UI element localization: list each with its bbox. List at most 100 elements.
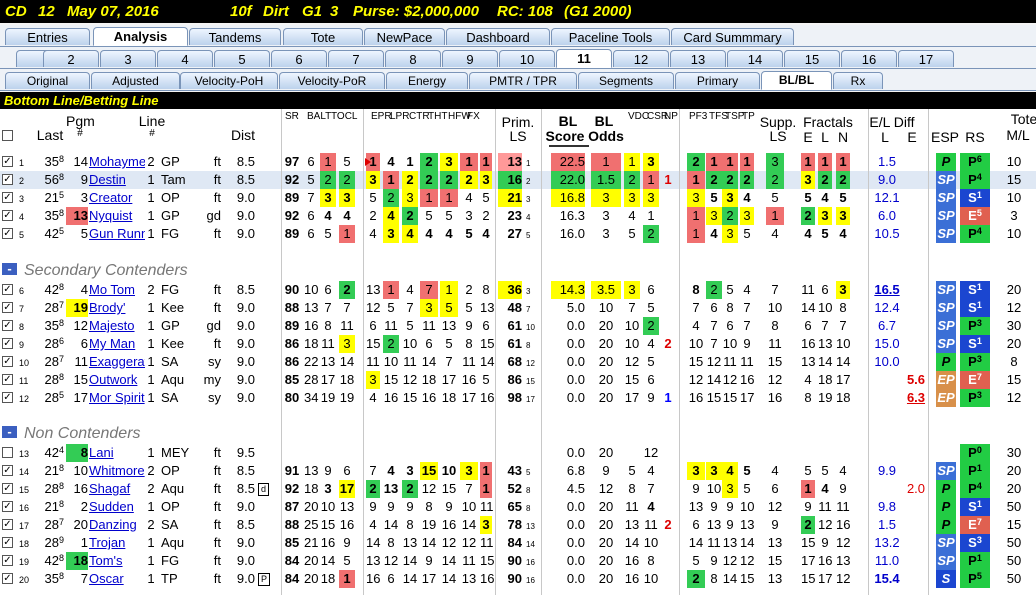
table-row[interactable]: 1942818Tom's1FGft9.084201451312149141115…	[0, 552, 1036, 570]
row-checkbox[interactable]	[2, 483, 13, 494]
row-checkbox[interactable]	[2, 392, 13, 403]
horse-name-link[interactable]: Nyquist	[89, 207, 145, 225]
horse-name-link[interactable]: Mohaymen	[89, 153, 145, 171]
table-row[interactable]: 32153Creator1OPft9.089733523114521316.83…	[0, 189, 1036, 207]
race-tab-17[interactable]: 17	[898, 50, 954, 67]
horse-name-link[interactable]: Mor Spirit	[89, 389, 145, 407]
horse-name-link[interactable]: Danzing	[89, 516, 145, 534]
subtab-original[interactable]: Original	[5, 72, 90, 89]
table-row[interactable]: 1421810Whitmore2OPft8.591139674315103143…	[0, 462, 1036, 480]
tab-tote[interactable]: Tote	[283, 28, 363, 45]
table-row[interactable]: 728719Brody'1Keeft9.08813771257355134875…	[0, 299, 1036, 317]
tab-newpace[interactable]: NewPace	[364, 28, 445, 45]
horse-name-link[interactable]: Outwork	[89, 371, 145, 389]
select-all-checkbox[interactable]	[2, 130, 13, 141]
table-row[interactable]: 54255Gun Runner1FGft9.089651434445427516…	[0, 225, 1036, 243]
subtab-primary[interactable]: Primary	[675, 72, 760, 89]
horse-name-link[interactable]: Oscar	[89, 570, 145, 588]
subtab-bl-bl[interactable]: BL/BL	[761, 71, 832, 90]
horse-name-link[interactable]: Shagaf	[89, 480, 145, 498]
table-row[interactable]: 25689Destin1Tamft8.592522312222316222.01…	[0, 171, 1036, 189]
horse-name-link[interactable]: Mo Tom	[89, 281, 145, 299]
horse-name-link[interactable]: My Man	[89, 335, 145, 353]
row-checkbox[interactable]	[2, 210, 13, 221]
table-row[interactable]: 182891Trojan1Aquft9.08521169148131412121…	[0, 534, 1036, 552]
table-row[interactable]: 203587Oscar1TPft9.0842018116614171413169…	[0, 570, 1036, 588]
collapse-group-button[interactable]: -	[2, 425, 17, 438]
horse-name-link[interactable]: Majesto	[89, 317, 145, 335]
table-row[interactable]: 1028711Exaggerator1SAsy9.086221314111011…	[0, 353, 1036, 371]
row-checkbox[interactable]	[2, 447, 13, 458]
subtab-velocity-por[interactable]: Velocity-PoR	[279, 72, 385, 89]
horse-name-link[interactable]: Brody'	[89, 299, 145, 317]
tab-entries[interactable]: Entries	[5, 28, 90, 45]
cell-eL: 12.4	[870, 299, 904, 317]
row-checkbox[interactable]	[2, 465, 13, 476]
race-tab-4[interactable]: 4	[157, 50, 213, 67]
tab-dashboard[interactable]: Dashboard	[446, 28, 550, 45]
row-checkbox[interactable]	[2, 573, 13, 584]
subtab-velocity-poh[interactable]: Velocity-PoH	[180, 72, 278, 89]
row-checkbox[interactable]	[2, 156, 13, 167]
race-tab-5[interactable]: 5	[214, 50, 270, 67]
tab-paceline-tools[interactable]: Paceline Tools	[551, 28, 670, 45]
race-tab-14[interactable]: 14	[727, 50, 783, 67]
horse-name-link[interactable]: Creator	[89, 189, 145, 207]
subtab-rx[interactable]: Rx	[833, 72, 883, 89]
race-tab-6[interactable]: 6	[271, 50, 327, 67]
cell-prim-value: 27	[507, 226, 522, 241]
horse-name-link[interactable]: Gun Runner	[89, 225, 145, 243]
race-tab-11[interactable]: 11	[556, 49, 612, 68]
row-checkbox[interactable]	[2, 320, 13, 331]
race-tab-13[interactable]: 13	[670, 50, 726, 67]
table-row[interactable]: 64284Mo Tom2FGft8.59010621314712836314.3…	[0, 281, 1036, 299]
collapse-group-button[interactable]: -	[2, 262, 17, 275]
row-checkbox[interactable]	[2, 302, 13, 313]
table-row[interactable]: 1128815Outwork1Aqumy9.085281718315121817…	[0, 371, 1036, 389]
horse-name-link[interactable]: Trojan	[89, 534, 145, 552]
race-tab-3[interactable]: 3	[100, 50, 156, 67]
row-checkbox[interactable]	[2, 228, 13, 239]
table-row[interactable]: 162182Sudden1OPft9.087201013999891011658…	[0, 498, 1036, 516]
horse-name-link[interactable]: Whitmore	[89, 462, 145, 480]
race-tab-16[interactable]: 16	[841, 50, 897, 67]
table-row[interactable]: 435813Nyquist1GPgd9.092644242553223416.3…	[0, 207, 1036, 225]
race-tab-12[interactable]: 12	[613, 50, 669, 67]
tab-tandems[interactable]: Tandems	[189, 28, 281, 45]
row-checkbox[interactable]	[2, 356, 13, 367]
table-row[interactable]: 835812Majesto1GPgd9.08916811611511139661…	[0, 317, 1036, 335]
horse-name-link[interactable]: Sudden	[89, 498, 145, 516]
row-checkbox[interactable]	[2, 338, 13, 349]
table-row[interactable]: 135814Mohaymen2GPft8.597615141231113122.…	[0, 153, 1036, 171]
row-checkbox[interactable]	[2, 555, 13, 566]
row-checkbox[interactable]	[2, 374, 13, 385]
table-row[interactable]: 1728720Danzing2SAft8.5882515164148191614…	[0, 516, 1036, 534]
tab-analysis[interactable]: Analysis	[93, 27, 188, 46]
prim-rank: 3	[526, 287, 531, 296]
race-tab-7[interactable]: 7	[328, 50, 384, 67]
horse-name-link[interactable]: Lani	[89, 444, 145, 462]
subtab-segments[interactable]: Segments	[578, 72, 674, 89]
subtab-adjusted[interactable]: Adjusted	[91, 72, 180, 89]
row-checkbox[interactable]	[2, 192, 13, 203]
race-tab-2[interactable]: 2	[43, 50, 99, 67]
row-checkbox[interactable]	[2, 174, 13, 185]
race-tab-15[interactable]: 15	[784, 50, 840, 67]
table-row[interactable]: 1528816Shagaf2Aquft8.5921831721321215715…	[0, 480, 1036, 498]
row-checkbox[interactable]	[2, 501, 13, 512]
race-tab-10[interactable]: 10	[499, 50, 555, 67]
table-row[interactable]: 1228517Mor Spirit1SAsy9.0803419194161516…	[0, 389, 1036, 407]
row-checkbox[interactable]	[2, 519, 13, 530]
table-row[interactable]: 92866My Man1Keeft9.086181131521065815618…	[0, 335, 1036, 353]
row-checkbox[interactable]	[2, 537, 13, 548]
row-checkbox[interactable]	[2, 284, 13, 295]
horse-name-link[interactable]: Destin	[89, 171, 145, 189]
tab-card-summmary[interactable]: Card Summmary	[671, 28, 794, 45]
horse-name-link[interactable]: Exaggerator	[89, 353, 145, 371]
race-tab-8[interactable]: 8	[385, 50, 441, 67]
table-row[interactable]: 13 424 8 Lani 1 MEY ft 9.5 0.0 20 12 P0 30	[0, 444, 1036, 462]
subtab-pmtr-tpr[interactable]: PMTR / TPR	[469, 72, 577, 89]
race-tab-9[interactable]: 9	[442, 50, 498, 67]
subtab-energy[interactable]: Energy	[386, 72, 468, 89]
horse-name-link[interactable]: Tom's	[89, 552, 145, 570]
